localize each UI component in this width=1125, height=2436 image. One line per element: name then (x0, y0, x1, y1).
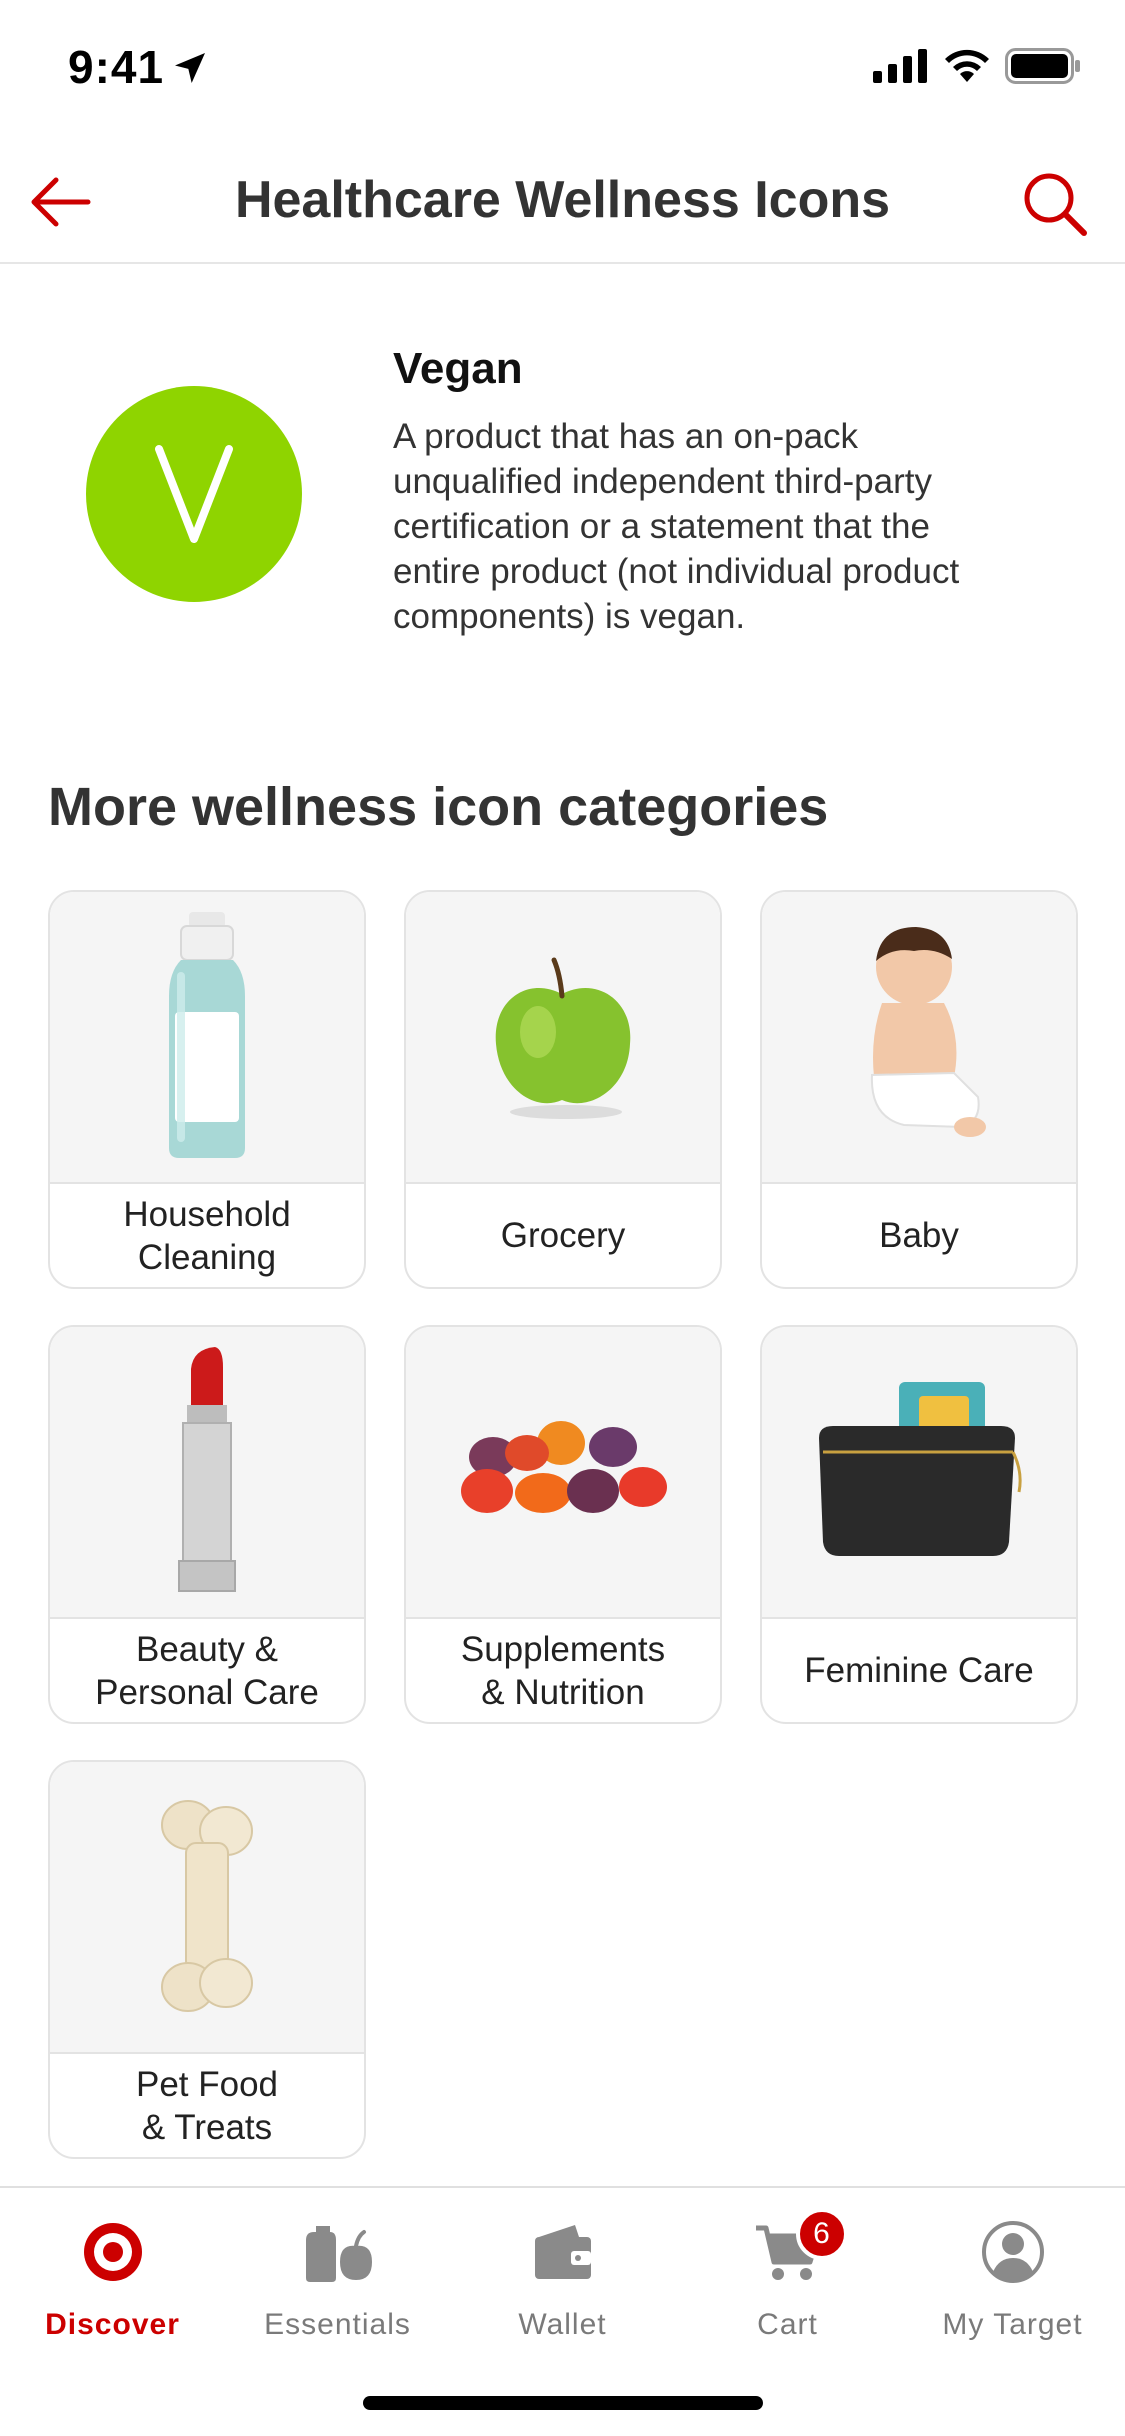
wallet-icon (534, 2225, 591, 2279)
category-card-grocery[interactable]: Grocery (404, 890, 722, 1289)
target-bullseye-icon (83, 2223, 142, 2281)
search-button[interactable] (1015, 164, 1095, 244)
tab-icon (981, 2212, 1045, 2292)
tab-cart[interactable]: 6 Cart (675, 2208, 900, 2362)
status-time: 9:41 (68, 41, 165, 93)
status-bar: 9:41 (0, 0, 1125, 140)
tab-label: My Target (942, 2308, 1083, 2341)
tab-icon (531, 2212, 595, 2292)
category-card-baby[interactable]: Baby (760, 890, 1078, 1289)
cart-badge: 6 (795, 2208, 848, 2260)
vegan-title: Vegan (393, 344, 523, 393)
tab-my-target[interactable]: My Target (900, 2212, 1125, 2362)
gummies-icon (461, 1421, 667, 1513)
baby-icon (870, 927, 986, 1137)
category-label: Baby (879, 1216, 959, 1255)
category-grid: Household Cleaning Grocery Baby Beauty &… (48, 890, 1078, 2159)
category-label: Beauty & Personal Care (95, 1629, 319, 1712)
essentials-icon (305, 2226, 372, 2282)
category-label: Feminine Care (804, 1651, 1034, 1690)
search-icon (1024, 173, 1087, 236)
tab-discover[interactable]: Discover (0, 2212, 225, 2362)
signal-icon (873, 49, 927, 83)
category-card-beauty[interactable]: Beauty & Personal Care (48, 1325, 366, 1724)
vegan-description: A product that has an on-pack unqualifie… (393, 417, 960, 636)
category-image (406, 1327, 720, 1619)
tab-wallet[interactable]: Wallet (450, 2212, 675, 2362)
category-image (406, 892, 720, 1184)
tab-label: Cart (757, 2308, 818, 2341)
tab-icon (302, 2212, 374, 2292)
home-indicator[interactable] (363, 2396, 763, 2410)
tab-icon (81, 2212, 145, 2292)
battery-icon (1005, 48, 1080, 84)
category-image (762, 1327, 1076, 1619)
category-label: Pet Food & Treats (135, 2064, 279, 2147)
category-label: Supplements & Nutrition (460, 1629, 666, 1712)
cleaning-bottle-icon (169, 912, 245, 1158)
category-image (50, 892, 364, 1184)
category-card-feminine-care[interactable]: Feminine Care (760, 1325, 1078, 1724)
vegan-info: Vegan A product that has an on-pack unqu… (0, 264, 1125, 704)
pouch-icon (819, 1382, 1022, 1556)
category-image (762, 892, 1076, 1184)
category-label: Household Cleaning (123, 1194, 291, 1277)
app-header: Healthcare Wellness Icons (0, 140, 1125, 264)
dog-bone-icon (161, 1800, 253, 2012)
profile-icon (981, 2221, 1044, 2283)
back-button[interactable] (24, 166, 96, 238)
category-image (50, 1327, 364, 1619)
status-icons (873, 48, 1081, 84)
section-title: More wellness icon categories (48, 777, 829, 837)
category-card-household-cleaning[interactable]: Household Cleaning (48, 890, 366, 1289)
apple-icon (495, 957, 631, 1119)
tab-label: Discover (45, 2308, 180, 2341)
wifi-icon (945, 49, 989, 82)
category-card-supplements[interactable]: Supplements & Nutrition (404, 1325, 722, 1724)
arrow-left-icon (31, 177, 91, 227)
tab-label: Wallet (518, 2308, 607, 2341)
vegan-badge (86, 386, 302, 602)
tab-icon: 6 (754, 2208, 848, 2292)
tab-essentials[interactable]: Essentials (225, 2212, 450, 2362)
lipstick-icon (178, 1347, 236, 1592)
category-label: Grocery (500, 1216, 626, 1255)
page-title: Healthcare Wellness Icons (234, 171, 891, 229)
category-card-pet-food[interactable]: Pet Food & Treats (48, 1760, 366, 2159)
location-arrow-icon (175, 53, 205, 83)
vegan-v-icon (155, 445, 233, 543)
tab-label: Essentials (264, 2308, 411, 2341)
category-image (50, 1762, 364, 2054)
